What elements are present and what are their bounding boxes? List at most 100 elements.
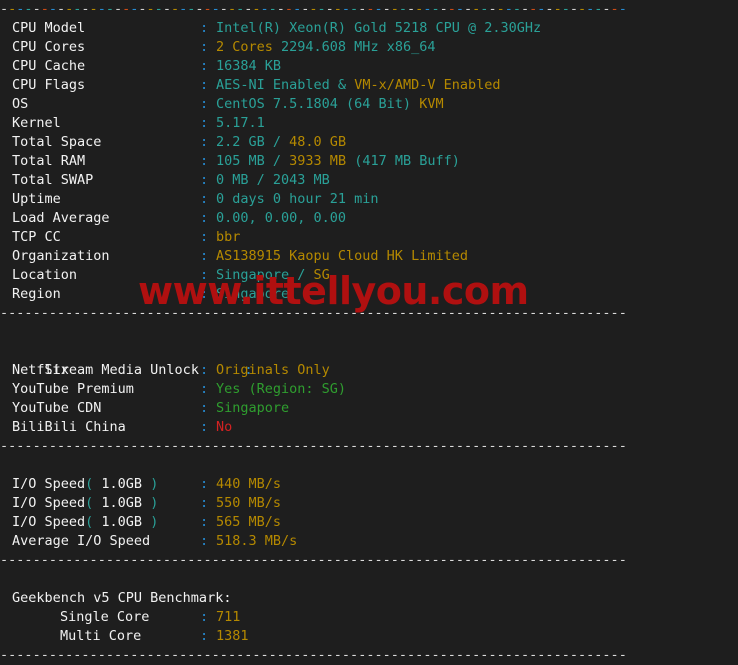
separator-dash: - bbox=[24, 552, 33, 568]
separator-dash: - bbox=[113, 438, 123, 454]
row-label: YouTube Premium bbox=[12, 381, 134, 397]
row-value: 3933 MB bbox=[289, 153, 347, 169]
separator-dash: - bbox=[545, 438, 554, 454]
separator-dash: - bbox=[301, 647, 310, 663]
row-colon: : bbox=[200, 39, 209, 55]
separator-dash: - bbox=[260, 1, 269, 17]
row-label: YouTube CDN bbox=[12, 400, 102, 416]
separator-dash: - bbox=[415, 647, 424, 663]
separator-dash: - bbox=[122, 647, 131, 663]
separator-dash: - bbox=[252, 438, 261, 454]
info-row: Organization: AS138915 Kaopu Cloud HK Lim… bbox=[0, 247, 738, 266]
row-label: Total SWAP bbox=[12, 172, 94, 188]
separator-dash: - bbox=[398, 438, 408, 454]
row-label-part: ) bbox=[150, 514, 159, 530]
separator-dash: - bbox=[146, 647, 155, 663]
row-label: Kernel bbox=[12, 115, 61, 131]
separator-dash: - bbox=[350, 552, 359, 568]
row-colon: : bbox=[200, 172, 209, 188]
separator-dash: - bbox=[455, 552, 465, 568]
row-value: 2.2 GB bbox=[216, 134, 265, 150]
separator-dash: - bbox=[276, 552, 285, 568]
separator-dash: - bbox=[268, 305, 277, 321]
separator-dash: - bbox=[179, 438, 188, 454]
separator-dash: - bbox=[398, 552, 408, 568]
separator-dash: - bbox=[390, 647, 399, 663]
separator-dash: - bbox=[252, 305, 261, 321]
row-label: Uptime bbox=[12, 191, 61, 207]
separator-dash: - bbox=[325, 552, 334, 568]
separator-dash: - bbox=[146, 552, 155, 568]
separator-dash: - bbox=[423, 647, 432, 663]
separator-dash: - bbox=[390, 438, 399, 454]
separator-dash: - bbox=[40, 552, 49, 568]
separator-dash: - bbox=[89, 1, 98, 17]
separator-dash: - bbox=[407, 438, 416, 454]
separator-dash: - bbox=[350, 647, 359, 663]
row-value: 105 MB bbox=[216, 153, 265, 169]
row-colon: : bbox=[200, 115, 209, 131]
separator-dash: - bbox=[170, 552, 180, 568]
info-row: BiliBili China: No bbox=[0, 418, 738, 437]
separator-dash: - bbox=[504, 552, 513, 568]
row-value: AES-NI Enabled bbox=[216, 77, 330, 93]
separator-dash: - bbox=[162, 647, 171, 663]
separator-dash: - bbox=[398, 1, 408, 17]
row-label: OS bbox=[12, 96, 29, 112]
row-colon: : bbox=[200, 400, 209, 416]
row-value: 518.3 MB/s bbox=[216, 533, 298, 549]
separator-dash: - bbox=[211, 438, 220, 454]
separator-dash: - bbox=[447, 1, 456, 17]
separator-dash: - bbox=[56, 647, 66, 663]
separator-dash: - bbox=[521, 647, 530, 663]
info-row: YouTube Premium: Yes (Region: SG) bbox=[0, 380, 738, 399]
separator-dash: - bbox=[472, 647, 481, 663]
stream-media-section: Netflix: Originals Only YouTube Premium: Ye… bbox=[0, 361, 738, 437]
separator-dash: - bbox=[105, 1, 114, 17]
separator-dash: - bbox=[89, 647, 98, 663]
separator-dash: - bbox=[203, 647, 212, 663]
row-label: Netflix bbox=[12, 362, 69, 378]
info-row: OS: CentOS 7.5.1804 (64 Bit) KVM bbox=[0, 95, 738, 114]
row-value: / bbox=[264, 153, 290, 169]
separator-dash: - bbox=[407, 552, 416, 568]
separator-dash: - bbox=[577, 1, 587, 17]
row-value: AS138915 Kaopu Cloud HK Limited bbox=[216, 248, 468, 264]
row-value: / bbox=[289, 267, 314, 283]
separator-dash: - bbox=[374, 552, 383, 568]
row-colon: : bbox=[200, 58, 209, 74]
row-value: 711 bbox=[216, 609, 241, 625]
separator-dash: - bbox=[561, 1, 570, 17]
separator-dash: - bbox=[333, 647, 342, 663]
info-row: Kernel:5.17.1 bbox=[0, 114, 738, 133]
row-colon: : bbox=[200, 514, 209, 530]
separator-dash: - bbox=[512, 1, 521, 17]
separator-dash: - bbox=[464, 1, 473, 17]
row-value: 0 days 0 hour 21 min bbox=[216, 191, 379, 207]
separator-dash: - bbox=[211, 647, 220, 663]
separator-dash: - bbox=[268, 438, 277, 454]
separator-dash: - bbox=[56, 305, 66, 321]
separator-dash: - bbox=[48, 647, 57, 663]
row-label: I/O Speed( 1.0GB ) bbox=[0, 513, 200, 532]
separator-dash: - bbox=[81, 438, 90, 454]
separator-dash: - bbox=[512, 305, 521, 321]
separator-dash: - bbox=[32, 438, 41, 454]
separator-dash: - bbox=[317, 438, 326, 454]
info-row: I/O Speed( 1.0GB ):565 MB/s bbox=[0, 513, 738, 532]
separator-dash: - bbox=[602, 305, 611, 321]
separator-dash: - bbox=[0, 647, 9, 663]
separator-bottom: ----------------------------------------… bbox=[0, 646, 738, 665]
separator-dash: - bbox=[24, 305, 33, 321]
info-row: Uptime:0 days 0 hour 21 min bbox=[0, 190, 738, 209]
row-label: Single Core bbox=[60, 609, 150, 625]
separator-dash: - bbox=[268, 1, 277, 17]
info-row: I/O Speed( 1.0GB ):550 MB/s bbox=[0, 494, 738, 513]
separator-dash: - bbox=[521, 1, 530, 17]
info-row: I/O Speed( 1.0GB ):440 MB/s bbox=[0, 475, 738, 494]
row-label: Average I/O Speed bbox=[0, 532, 200, 551]
separator-dash: - bbox=[341, 305, 351, 321]
row-colon: : bbox=[200, 191, 209, 207]
separator-dash: - bbox=[268, 552, 277, 568]
separator-dash: - bbox=[521, 438, 530, 454]
